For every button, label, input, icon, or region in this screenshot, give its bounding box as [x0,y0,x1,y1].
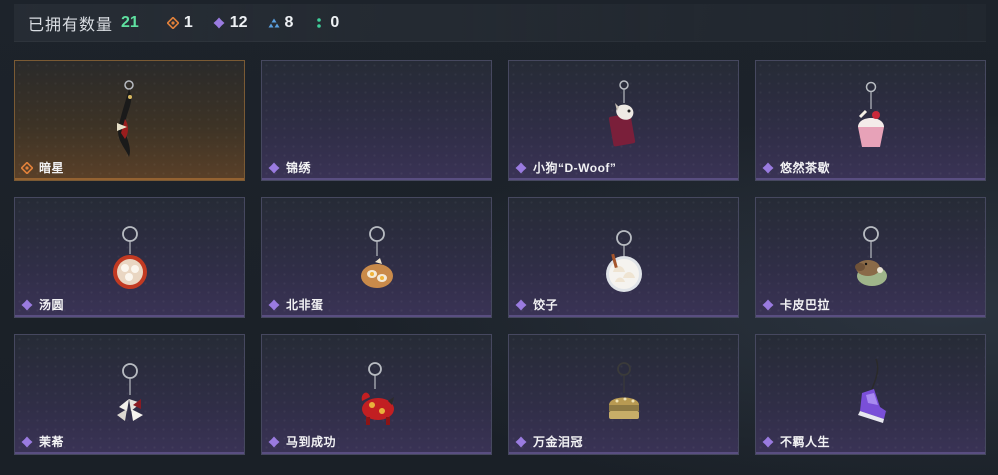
rarity-count-orange-value: 1 [183,13,193,31]
orange-diamond-icon [166,16,179,29]
charm-name: 不羁人生 [780,435,831,449]
purple-diamond-icon [268,436,280,447]
purple-diamond-icon [515,162,527,173]
charm-card-tea-break[interactable]: 悠然茶歇 [755,60,986,181]
charm-card-dog-dwoof[interactable]: 小狗“D-Woof” [508,60,739,181]
owned-count-label: 已拥有数量 [28,16,114,34]
rarity-band [756,452,985,454]
rarity-band [262,452,491,454]
purple-diamond-icon [762,436,774,447]
charm-card-gold-crown[interactable]: 万金泪冠 [508,334,739,455]
purple-diamond-icon [21,299,33,310]
charm-name: 汤圆 [39,298,65,312]
gold-crown-charm-icon [589,349,659,433]
charm-card-label: 锦绣 [268,159,311,176]
dog-book-charm-icon [589,75,659,159]
charm-grid: 暗星 锦绣 小狗“D-Woof” 悠然茶歇 汤圆 北非蛋 饺子 卡皮巴拉 茉莃 … [14,60,986,455]
purple-diamond-icon [762,299,774,310]
rarity-count-orange: 1 [166,13,193,32]
rarity-band [262,315,491,317]
purple-diamond-icon [515,436,527,447]
charm-name: 卡皮巴拉 [780,298,831,312]
charm-name: 万金泪冠 [533,435,584,449]
charm-card-label: 小狗“D-Woof” [515,159,616,176]
rarity-count-purple-value: 12 [229,13,248,31]
rarity-band [509,315,738,317]
orange-diamond-icon [21,161,33,174]
charm-card-label: 卡皮巴拉 [762,296,830,313]
purple-diamond-icon [21,436,33,447]
charm-card-label: 北非蛋 [268,296,324,313]
charm-card-label: 茉莃 [21,433,64,450]
purple-diamond-icon [268,299,280,310]
charm-card-flower[interactable]: 茉莃 [14,334,245,455]
cupcake-charm-icon [836,75,906,159]
rarity-band [15,315,244,317]
tangyuan-bowl-charm-icon [95,212,165,296]
rarity-count-blue-value: 8 [284,13,294,31]
dumpling-plate-charm-icon [589,212,659,296]
capybara-charm-icon [836,212,906,296]
charm-name: 暗星 [39,161,65,175]
charm-card-capybara[interactable]: 卡皮巴拉 [755,197,986,318]
purple-sneaker-charm-icon [836,349,906,433]
charm-name: 小狗“D-Woof” [533,161,617,175]
rarity-count-green: 0 [313,14,339,32]
charm-name: 饺子 [533,298,559,312]
charm-card-dumplings[interactable]: 饺子 [508,197,739,318]
green-dots-icon [317,17,322,28]
charm-card-label: 暗星 [21,159,64,176]
charm-card-label: 饺子 [515,296,558,313]
charm-card-label: 万金泪冠 [515,433,583,450]
charm-card-red-horse[interactable]: 马到成功 [261,334,492,455]
rarity-band [15,452,244,454]
rarity-band [756,315,985,317]
purple-diamond-icon [268,162,280,173]
owned-count-value: 21 [121,13,139,31]
charm-card-tangyuan[interactable]: 汤圆 [14,197,245,318]
rarity-band [756,178,985,180]
charm-card-dark-star[interactable]: 暗星 [14,60,245,181]
rarity-band [15,178,244,180]
rarity-band [262,178,491,180]
charm-name: 悠然茶歇 [780,161,831,175]
flower-charm-icon [95,349,165,433]
dark-star-charm-icon [95,75,165,159]
rarity-count-blue: 8 [268,13,294,32]
charm-card-label: 汤圆 [21,296,64,313]
rarity-count-purple: 12 [213,14,248,32]
red-horse-charm-icon [342,349,412,433]
shakshuka-pan-charm-icon [342,212,412,296]
charm-card-shakshuka[interactable]: 北非蛋 [261,197,492,318]
purple-diamond-icon [762,162,774,173]
charm-name: 北非蛋 [286,298,324,312]
charm-collection-page: { "header": { "owned_label": "已拥有数量", "o… [0,0,998,475]
charm-name: 锦绣 [286,161,312,175]
charm-card-label: 不羁人生 [762,433,830,450]
charm-card-label: 悠然茶歇 [762,159,830,176]
purple-diamond-icon [515,299,527,310]
charm-card-jinxiu[interactable]: 锦绣 [261,60,492,181]
charm-name: 茉莃 [39,435,65,449]
collection-header: 已拥有数量 21 1 12 8 0 [14,4,986,42]
rarity-count-green-value: 0 [330,13,340,31]
charm-name: 马到成功 [286,435,337,449]
charm-card-label: 马到成功 [268,433,336,450]
purple-diamond-icon [213,17,225,28]
rarity-band [509,178,738,180]
rarity-band [509,452,738,454]
blue-triangle-icon [268,18,280,27]
charm-card-purple-sneaker[interactable]: 不羁人生 [755,334,986,455]
